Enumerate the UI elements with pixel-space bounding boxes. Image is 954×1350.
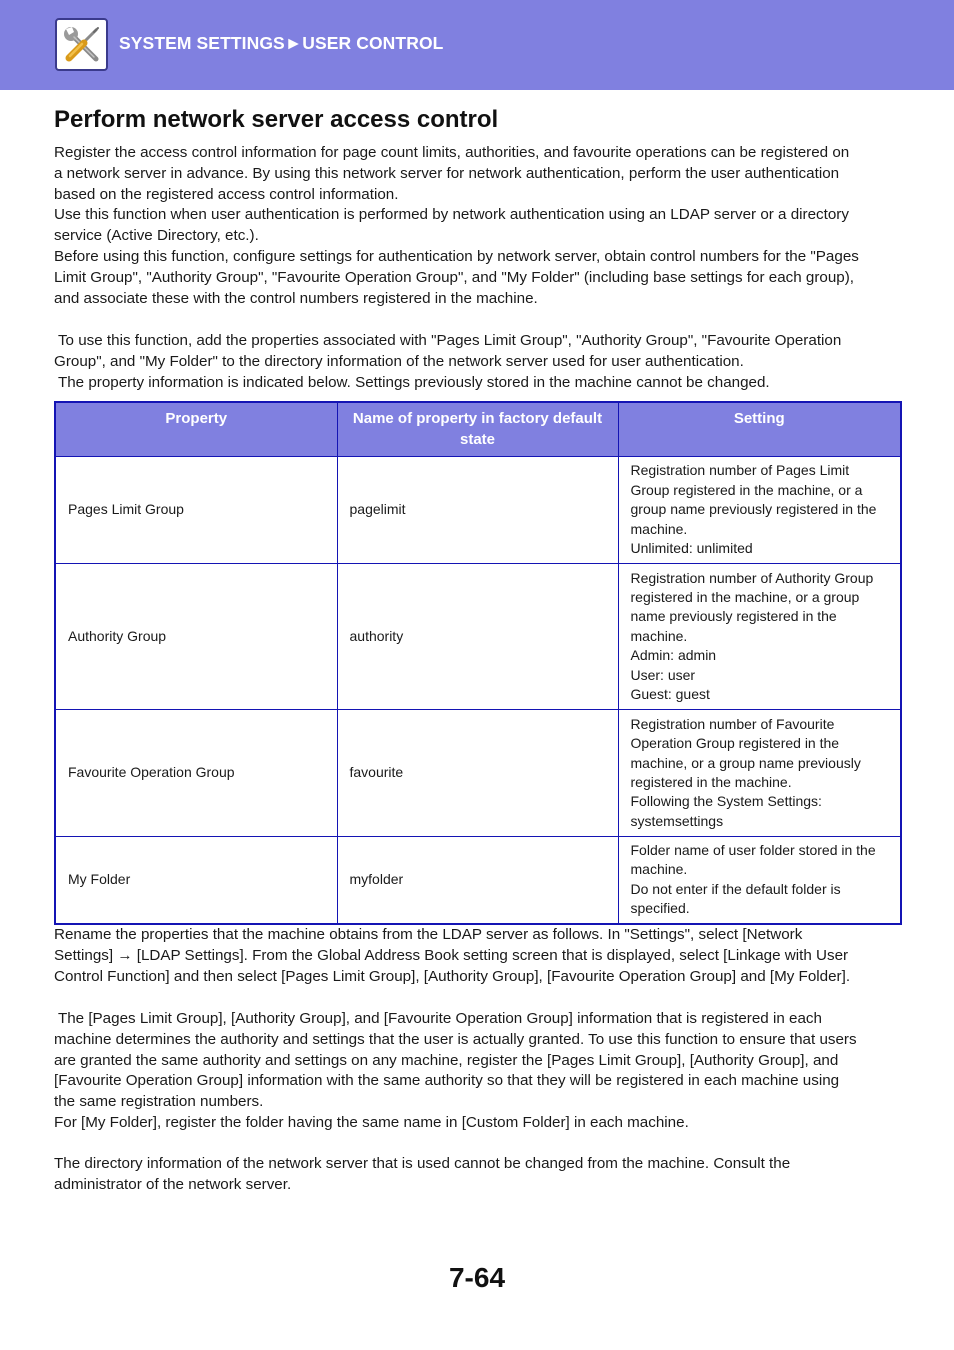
setting-line: specified. xyxy=(630,900,690,917)
text-line: Control Function] and then select [Pages… xyxy=(54,967,851,985)
tools-icon xyxy=(55,18,108,71)
setting-cell: Registration number of Pages Limit Group… xyxy=(617,456,902,564)
factory-name-cell: authority xyxy=(336,563,619,710)
registration-paragraph: The [Pages Limit Group], [Authority Grou… xyxy=(54,1009,904,1134)
table-row: Favourite Operation Group favourite Regi… xyxy=(54,709,902,837)
setting-line: group name previously registered in the xyxy=(630,501,877,518)
setting-line: Group registered in the machine, or a xyxy=(630,481,863,498)
rename-paragraph: Rename the properties that the machine o… xyxy=(54,925,904,987)
table-row: Authority Group authority Registration n… xyxy=(54,563,902,710)
text-line: machine determines the authority and set… xyxy=(54,1030,857,1048)
setting-line: Following the System Settings: xyxy=(630,793,822,810)
setting-line: Operation Group registered in the xyxy=(630,735,840,752)
setting-line: Registration number of Pages Limit xyxy=(630,462,850,479)
table-header-row: Property Name of property in factory def… xyxy=(54,401,902,457)
text-line: a network server in advance. By using th… xyxy=(54,164,840,182)
setting-cell: Registration number of Authority Group r… xyxy=(617,563,902,710)
setting-line: Admin: admin xyxy=(630,647,717,664)
text-line: Use this function when user authenticati… xyxy=(54,206,849,224)
setting-line: systemsettings xyxy=(630,812,724,829)
setting-line: name previously registered in the xyxy=(630,608,837,625)
text-line: For [My Folder], register the folder hav… xyxy=(54,1113,689,1131)
setting-line: Registration number of Authority Group xyxy=(630,569,874,586)
setting-line: machine. xyxy=(630,520,688,537)
setting-line: Folder name of user folder stored in the xyxy=(630,842,876,858)
text-line: the same registration numbers. xyxy=(54,1093,264,1111)
text-line: are granted the same authority and setti… xyxy=(54,1051,839,1069)
text-line: The directory information of the network… xyxy=(54,1155,791,1172)
directory-paragraph: The directory information of the network… xyxy=(54,1154,904,1196)
text-line: Group", and "My Folder" to the directory… xyxy=(54,352,744,370)
text-line: Rename the properties that the machine o… xyxy=(54,926,803,943)
setting-line: registered in the machine. xyxy=(630,774,792,790)
text-line: administrator of the network server. xyxy=(54,1175,292,1193)
text-line: and associate these with the control num… xyxy=(54,289,538,307)
setting-line: Guest: guest xyxy=(630,686,710,703)
setting-line: machine. xyxy=(630,627,688,644)
intro-paragraph: Register the access control information … xyxy=(54,143,904,309)
property-table: Property Name of property in factory def… xyxy=(54,401,902,925)
text-line: [Favourite Operation Group] information … xyxy=(54,1072,840,1090)
text-line: service (Active Directory, etc.). xyxy=(54,227,259,245)
text-line: Register the access control information … xyxy=(54,144,850,161)
property-cell: My Folder xyxy=(54,835,338,925)
column-header-property: Property xyxy=(54,401,338,457)
text-line: Limit Group", "Authority Group", "Favour… xyxy=(54,268,855,286)
setting-line: Registration number of Favourite xyxy=(630,715,835,732)
text-line: Settings] → [LDAP Settings]. From the Gl… xyxy=(54,946,849,964)
factory-name-cell: myfolder xyxy=(336,835,619,925)
text-line: The property information is indicated be… xyxy=(54,373,770,391)
setting-cell: Folder name of user folder stored in the… xyxy=(617,835,902,925)
table-row: My Folder myfolder Folder name of user f… xyxy=(54,835,902,925)
text-line: Before using this function, configure se… xyxy=(54,247,859,265)
text-line: To use this function, add the properties… xyxy=(54,332,842,349)
property-cell: Favourite Operation Group xyxy=(54,709,338,837)
column-header-factory-name: Name of property in factory default stat… xyxy=(336,401,619,457)
header-bar: SYSTEM SETTINGS►USER CONTROL xyxy=(0,0,954,90)
text-line: based on the registered access control i… xyxy=(54,185,399,203)
setting-line: User: user xyxy=(630,666,696,683)
page-number: 7-64 xyxy=(448,1262,506,1293)
setting-line: machine, or a group name previously xyxy=(630,754,861,771)
properties-paragraph: To use this function, add the properties… xyxy=(54,331,904,393)
property-cell: Pages Limit Group xyxy=(54,456,338,564)
wrench-screwdriver-icon xyxy=(64,27,99,62)
column-header-setting: Setting xyxy=(617,401,902,457)
text-line: The [Pages Limit Group], [Authority Grou… xyxy=(54,1010,822,1027)
page-title: Perform network server access control xyxy=(54,106,499,133)
setting-cell: Registration number of Favourite Operati… xyxy=(617,709,902,837)
setting-line: Unlimited: unlimited xyxy=(630,540,753,557)
setting-line: Do not enter if the default folder is xyxy=(630,880,841,897)
breadcrumb: SYSTEM SETTINGS►USER CONTROL xyxy=(119,33,444,53)
property-cell: Authority Group xyxy=(54,563,338,710)
setting-line: machine. xyxy=(630,861,688,878)
setting-line: registered in the machine, or a group xyxy=(630,588,860,605)
table-row: Pages Limit Group pagelimit Registration… xyxy=(54,456,902,564)
factory-name-cell: favourite xyxy=(336,709,619,837)
factory-name-cell: pagelimit xyxy=(336,456,619,564)
